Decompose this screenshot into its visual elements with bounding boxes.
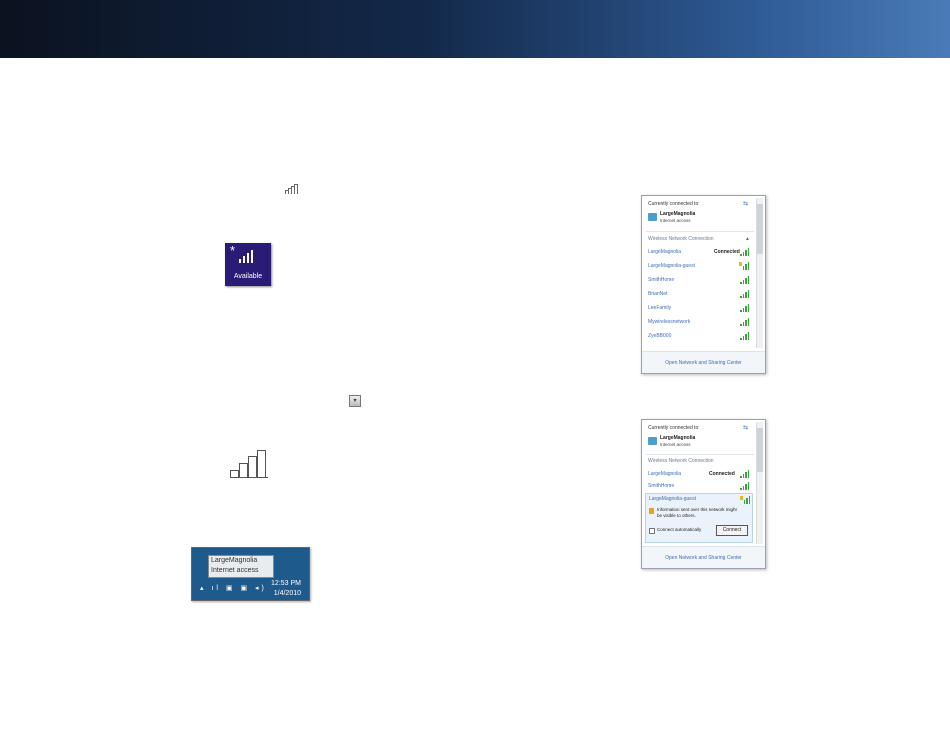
show-hidden-icons-button[interactable]: ▾ <box>349 395 361 407</box>
taskbar-tray: LargeMagnolia Internet access ▴ ıl ▣ ▣ ◂… <box>191 547 310 601</box>
collapse-chevron-icon[interactable]: ▲ <box>745 236 750 242</box>
wireless-networks-panel-selected: Currently connected to: ⇆ LargeMagnolia … <box>641 419 766 569</box>
wifi-available-icon <box>239 249 259 263</box>
network-row[interactable]: SmithHome <box>648 482 750 492</box>
secured-signal-icon <box>740 496 751 504</box>
selected-network-row[interactable]: LargeMagnolia-guest Information sent ove… <box>645 493 753 543</box>
network-row[interactable]: SmithHome <box>648 276 750 286</box>
network-row[interactable]: Mywirelessnetwork <box>648 318 750 328</box>
scrollbar-thumb[interactable] <box>757 204 763 254</box>
page-header-banner <box>0 0 950 58</box>
connect-automatically-label: Connect automatically <box>657 527 702 532</box>
signal-strength-icon <box>740 470 750 478</box>
tray-date: 1/4/2010 <box>273 590 301 597</box>
scrollbar-thumb[interactable] <box>757 428 763 472</box>
signal-strength-icon <box>740 318 750 326</box>
warning-shield-icon <box>649 508 654 514</box>
network-icon <box>648 213 657 221</box>
tooltip-network-status: Internet access <box>211 567 259 574</box>
tray-time: 12:53 PM <box>271 580 301 587</box>
section-label: Wireless Network Connection <box>648 458 714 464</box>
currently-connected-label: Currently connected to: <box>648 201 700 207</box>
network-row[interactable]: BrianNet <box>648 290 750 300</box>
signal-strength-icon <box>740 276 750 284</box>
scrollbar[interactable] <box>756 422 763 544</box>
refresh-arrows-icon[interactable]: ⇆ <box>743 424 748 431</box>
network-row[interactable]: LargeMagnolia Connected <box>648 470 750 480</box>
secured-signal-icon <box>739 262 750 270</box>
wireless-signal-icon <box>285 184 299 194</box>
wireless-networks-panel: Currently connected to: ⇆ LargeMagnolia … <box>641 195 766 374</box>
signal-strength-icon <box>740 304 750 312</box>
scrollbar[interactable] <box>756 198 763 348</box>
network-row[interactable]: ZyeBB000 <box>648 332 750 342</box>
asterisk-icon: * <box>230 243 236 258</box>
signal-strength-icon <box>740 248 750 256</box>
network-row[interactable]: LargeMagnolia-guest <box>648 262 750 272</box>
network-row[interactable]: LargeMagnolia Connected <box>648 248 750 258</box>
connect-automatically-checkbox[interactable] <box>649 528 655 534</box>
divider <box>646 231 754 232</box>
refresh-arrows-icon[interactable]: ⇆ <box>743 200 748 207</box>
section-label: Wireless Network Connection <box>648 236 714 242</box>
signal-strength-icon <box>740 290 750 298</box>
signal-strength-icon <box>740 332 750 340</box>
available-label: Available <box>233 273 263 280</box>
network-icon <box>648 437 657 445</box>
currently-connected-label: Currently connected to: <box>648 425 700 431</box>
open-network-sharing-center-link[interactable]: Open Network and Sharing Center <box>642 351 765 373</box>
open-network-sharing-center-link[interactable]: Open Network and Sharing Center <box>642 546 765 568</box>
security-warning-text: Information sent over this network might… <box>657 507 737 518</box>
network-row[interactable]: LeeFamily <box>648 304 750 314</box>
divider <box>646 454 754 455</box>
network-tooltip: LargeMagnolia Internet access <box>208 555 274 578</box>
tooltip-network-name: LargeMagnolia <box>211 557 258 564</box>
wireless-signal-large-icon <box>230 450 270 478</box>
available-networks-tile[interactable]: * Available <box>225 243 271 286</box>
tray-icons[interactable]: ▴ ıl ▣ ▣ ◂) <box>200 584 267 592</box>
tray-clock[interactable]: 12:53 PM 1/4/2010 <box>271 579 301 599</box>
signal-strength-icon <box>740 482 750 490</box>
connect-button[interactable]: Connect <box>716 525 748 536</box>
